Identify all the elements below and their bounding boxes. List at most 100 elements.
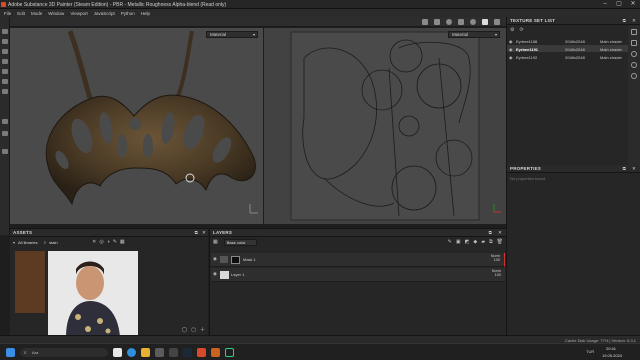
sync-icon[interactable]: ⟳ (519, 27, 523, 33)
app-icon-2[interactable] (197, 348, 206, 357)
detach-icon[interactable]: ⧉ (195, 230, 198, 235)
clock-time[interactable]: 20:41 (606, 346, 616, 351)
projection-tool-icon[interactable] (2, 49, 8, 54)
texture-set-shader[interactable]: Main shader (600, 55, 622, 60)
menu-help[interactable]: Help (141, 11, 150, 16)
grid-icon[interactable]: ▦ (213, 239, 218, 245)
steam-icon[interactable] (183, 348, 192, 357)
close-panel-icon[interactable]: ✕ (498, 230, 502, 236)
texture-set-row[interactable]: ◉ Eyrbee1188 2048x2048 Main shader (507, 37, 629, 44)
environment-icon[interactable] (446, 19, 452, 25)
start-icon[interactable] (6, 348, 15, 357)
camera-icon[interactable] (434, 19, 440, 25)
library-select[interactable]: All libraries (18, 240, 38, 245)
add-asset-icon[interactable]: ＋ (200, 326, 205, 333)
blender-icon[interactable] (211, 348, 220, 357)
add-fill-icon[interactable]: ◩ (465, 239, 470, 245)
add-layer-icon[interactable]: ◆ (473, 239, 477, 245)
layer-blend[interactable]: Norm 100 (491, 254, 500, 262)
menu-javascript[interactable]: JavaScript (94, 11, 115, 16)
paint-tool-icon[interactable] (2, 29, 8, 34)
opacity-value[interactable]: 100 (494, 258, 500, 262)
close-button[interactable]: ✕ (626, 0, 640, 9)
settings-icon[interactable]: ⚙ (510, 27, 514, 33)
visibility-icon[interactable]: ◉ (213, 271, 217, 277)
layer-blend[interactable]: Norm 100 (492, 269, 501, 277)
pause-icon[interactable] (422, 19, 428, 25)
detach-icon[interactable]: ⧉ (623, 18, 626, 23)
texture-set-size[interactable]: 2048x2048 (565, 47, 585, 52)
asset-search-input[interactable]: stain (49, 240, 89, 245)
layout-icon[interactable] (494, 19, 500, 25)
smudge-tool-icon[interactable] (2, 69, 8, 74)
material-select-2d[interactable]: Material ▾ (448, 31, 500, 38)
task-view-icon[interactable] (113, 348, 122, 357)
close-panel-icon[interactable]: ✕ (632, 18, 636, 24)
menu-window[interactable]: Window (48, 11, 64, 16)
video-icon[interactable] (458, 19, 464, 25)
viewport-3d[interactable]: Material ▾ (10, 28, 263, 224)
circle-view-icon[interactable]: ◯ (182, 327, 188, 333)
close-panel-icon[interactable]: ✕ (632, 166, 636, 172)
close-panel-icon[interactable]: ✕ (202, 230, 206, 236)
menu-mode[interactable]: Mode (31, 11, 42, 16)
add-folder-icon[interactable]: ▰ (481, 239, 485, 245)
layer-row[interactable]: ◉ Mask 1 Norm 100 (211, 253, 505, 267)
geometry-fill-icon[interactable] (2, 59, 8, 64)
chevron-down-icon[interactable]: ▾ (13, 240, 15, 245)
layers-icon[interactable] (631, 40, 637, 46)
menu-file[interactable]: File (4, 11, 11, 16)
add-mask-icon[interactable]: ▣ (456, 239, 461, 245)
menu-edit[interactable]: Edit (17, 11, 25, 16)
properties-icon[interactable] (631, 51, 637, 57)
edge-icon[interactable] (127, 348, 136, 357)
opacity-value[interactable]: 100 (495, 273, 501, 277)
texture-set-size[interactable]: 2048x2048 (565, 39, 585, 44)
menu-python[interactable]: Python (121, 11, 135, 16)
layer-row[interactable]: ◉ Layer 1 Norm 100 (211, 268, 505, 282)
eraser-tool-icon[interactable] (2, 39, 8, 44)
export-icon[interactable] (2, 149, 8, 154)
maximize-button[interactable]: ▢ (612, 0, 626, 9)
taskbar-search[interactable]: ⌕ Ara (20, 348, 108, 357)
language-indicator[interactable]: TUR (586, 349, 594, 354)
delete-icon[interactable]: 🗑 (497, 239, 503, 245)
visibility-icon[interactable]: ◉ (509, 39, 513, 44)
brush-filter-icon[interactable]: ✎ (113, 239, 117, 245)
texture-set-row-selected[interactable]: ◉ Eyrbee1191 2048x2048 Main shader (507, 45, 629, 52)
sphere-icon[interactable] (470, 19, 476, 25)
texture-set-size[interactable]: 2048x2048 (565, 55, 585, 60)
viewport-2d[interactable]: Material ▾ (264, 28, 506, 224)
grid-view-icon[interactable]: ▦ (120, 239, 125, 245)
asset-thumbnail[interactable] (15, 251, 45, 313)
layer-name[interactable]: Mask 1 (243, 257, 256, 262)
store-icon[interactable] (155, 348, 164, 357)
bake-icon[interactable] (2, 119, 8, 124)
clear-search-icon[interactable]: ✕ (92, 239, 96, 245)
add-effect-icon[interactable]: ✎ (448, 239, 452, 245)
display-settings-icon[interactable] (2, 131, 8, 136)
color-picker-icon[interactable] (2, 89, 8, 94)
texture-set-shader[interactable]: Main shader (600, 47, 622, 52)
file-explorer-icon[interactable] (141, 348, 150, 357)
clock-date[interactable]: 19.05.2024 (602, 353, 622, 358)
channel-select[interactable]: Base color (223, 238, 257, 246)
visibility-icon[interactable]: ◉ (213, 256, 217, 262)
substance-painter-icon[interactable] (225, 348, 234, 357)
duplicate-icon[interactable]: ⧉ (489, 239, 493, 245)
materials-filter-icon[interactable]: ◑ (107, 239, 110, 245)
texture-set-shader[interactable]: Main shader (600, 39, 622, 44)
square-view-icon[interactable]: ▢ (191, 327, 196, 333)
minimize-button[interactable]: – (598, 0, 612, 9)
history-icon[interactable] (631, 73, 637, 79)
clone-tool-icon[interactable] (2, 79, 8, 84)
mask-thumbnail[interactable] (231, 256, 240, 264)
layer-name[interactable]: Layer 1 (231, 272, 244, 277)
texture-set-icon[interactable] (631, 29, 637, 35)
visibility-icon[interactable]: ◉ (509, 55, 513, 60)
display-icon[interactable] (631, 62, 637, 68)
brush-icon[interactable] (482, 19, 488, 25)
texture-set-row[interactable]: ◉ Eyrbee1192 2048x2048 Main shader (507, 53, 629, 60)
visibility-icon[interactable]: ◉ (509, 47, 513, 52)
detach-icon[interactable]: ⧉ (489, 230, 492, 235)
